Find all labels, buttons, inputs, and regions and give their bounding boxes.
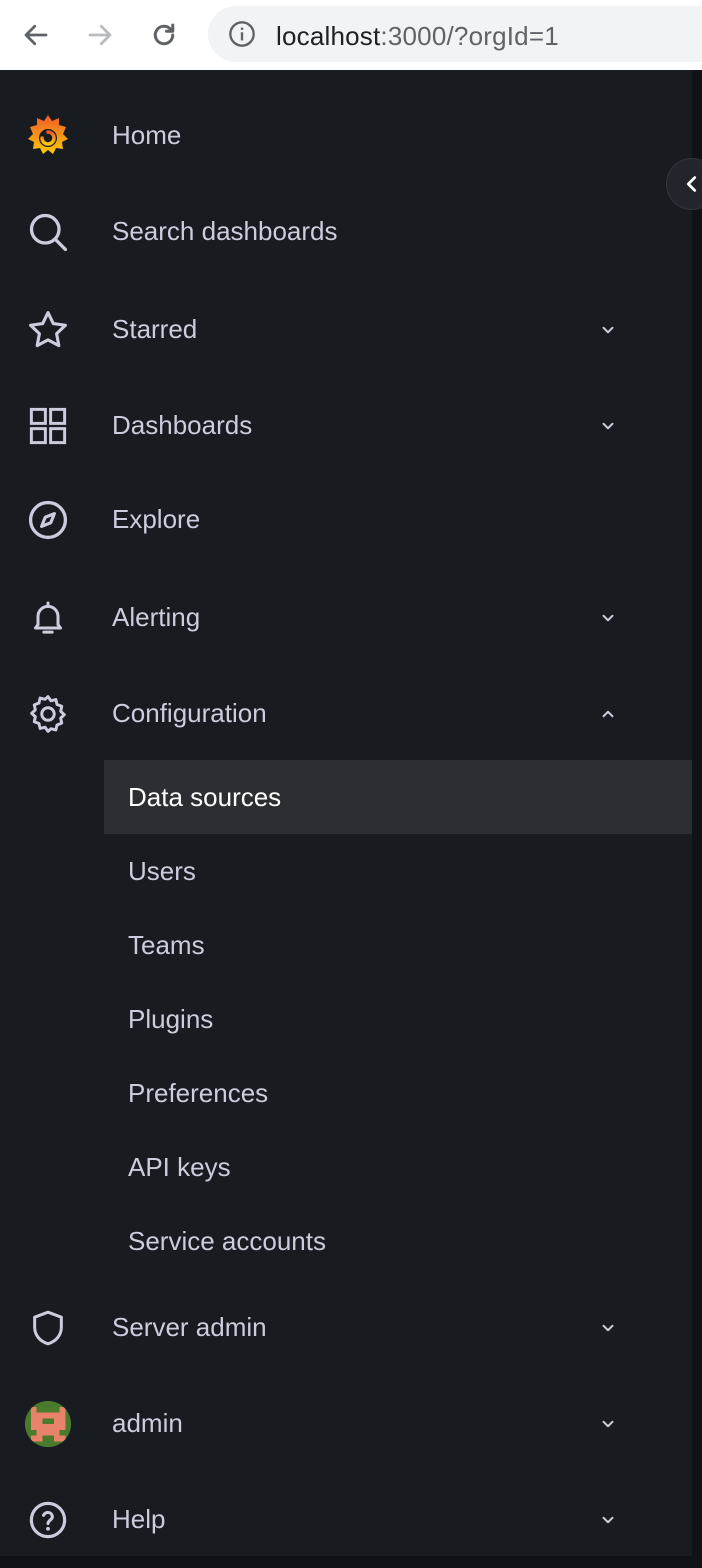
chevron-left-icon (686, 176, 697, 192)
shield-icon (24, 1304, 72, 1352)
sidebar-subitem-label: Data sources (128, 782, 282, 812)
chevron-down-icon[interactable] (596, 1508, 620, 1532)
sidebar-subitem-service-accounts[interactable]: Service accounts (104, 1204, 692, 1278)
page-content-edge (692, 70, 702, 1556)
sidebar-subitem-api-keys[interactable]: API keys (104, 1130, 692, 1204)
grafana-logo-icon (24, 112, 72, 160)
search-icon (24, 208, 72, 256)
sidebar-subitem-plugins[interactable]: Plugins (104, 982, 692, 1056)
browser-toolbar: localhost:3000/?orgId=1 (0, 0, 702, 70)
reload-button[interactable] (142, 13, 186, 57)
gear-icon (24, 690, 72, 738)
sidebar-item-label: Explore (112, 504, 201, 534)
arrow-right-icon (88, 24, 112, 46)
sidebar-item-server-admin[interactable]: Server admin (0, 1280, 692, 1376)
address-bar[interactable]: localhost:3000/?orgId=1 (208, 6, 702, 62)
sidebar-subitem-label: Users (128, 856, 196, 886)
avatar (24, 1400, 72, 1448)
sidebar-subitem-label: Plugins (128, 1004, 214, 1034)
star-icon (24, 306, 72, 354)
sidebar-item-explore[interactable]: Explore (0, 472, 692, 568)
chevron-down-icon[interactable] (596, 318, 620, 342)
back-button[interactable] (14, 13, 58, 57)
compass-icon (24, 496, 72, 544)
sidebar-item-home[interactable]: Home (0, 88, 692, 184)
sidebar-item-dashboards[interactable]: Dashboards (0, 378, 692, 474)
chevron-down-icon[interactable] (596, 1316, 620, 1340)
sidebar-item-alerting[interactable]: Alerting (0, 570, 692, 666)
chevron-down-icon[interactable] (596, 1412, 620, 1436)
site-info-icon[interactable] (228, 20, 256, 53)
forward-button[interactable] (78, 13, 122, 57)
sidebar-item-label: Configuration (112, 698, 267, 728)
sidebar-subitem-preferences[interactable]: Preferences (104, 1056, 692, 1130)
sidebar-item-starred[interactable]: Starred (0, 282, 692, 378)
sidebar-subitem-users[interactable]: Users (104, 834, 692, 908)
arrow-left-icon (24, 24, 48, 46)
sidebar-item-label: Search dashboards (112, 216, 338, 246)
sidebar-subitem-label: Service accounts (128, 1226, 326, 1256)
sidebar-subitem-label: Preferences (128, 1078, 269, 1108)
url-text[interactable]: localhost:3000/?orgId=1 (276, 21, 559, 52)
bell-icon (24, 594, 72, 642)
sidebar-item-label: Help (112, 1504, 166, 1534)
sidebar-item-label: Server admin (112, 1312, 267, 1342)
sidebar-item-search[interactable]: Search dashboards (0, 184, 692, 280)
sidebar-subitem-data-sources[interactable]: Data sources (104, 760, 692, 834)
sidebar-subitem-label: Teams (128, 930, 205, 960)
chevron-down-icon[interactable] (596, 606, 620, 630)
reload-icon (153, 23, 175, 46)
sidebar-item-label: Starred (112, 314, 198, 344)
chevron-up-icon[interactable] (596, 702, 620, 726)
sidebar-item-help[interactable]: Help (0, 1472, 692, 1568)
sidebar-item-profile[interactable]: admin (0, 1376, 692, 1472)
sidebar-item-label: Home (112, 120, 182, 150)
dashboard-grid-icon (24, 402, 72, 450)
sidebar-subitem-teams[interactable]: Teams (104, 908, 692, 982)
chevron-down-icon[interactable] (596, 414, 620, 438)
question-circle-icon (24, 1496, 72, 1544)
sidebar-subitem-label: API keys (128, 1152, 231, 1182)
url-path: :3000/?orgId=1 (380, 21, 559, 51)
user-avatar-icon (25, 1401, 71, 1447)
sidebar-item-label: Alerting (112, 602, 201, 632)
sidebar-item-configuration[interactable]: Configuration (0, 666, 692, 762)
url-host: localhost (276, 21, 381, 51)
sidebar-item-label: Dashboards (112, 410, 253, 440)
sidebar-item-label: admin (112, 1408, 183, 1438)
